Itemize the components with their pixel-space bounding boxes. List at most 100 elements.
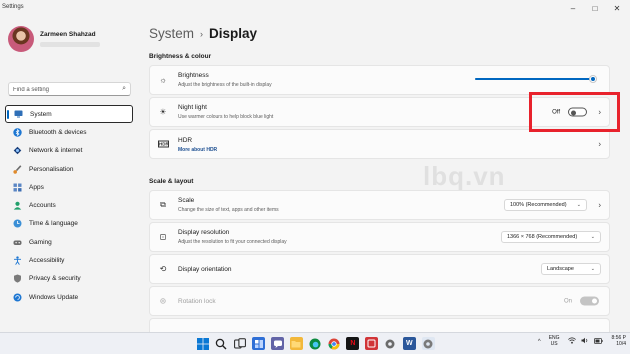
- netflix-icon[interactable]: N: [346, 337, 360, 350]
- clock-date: 10/4: [616, 340, 626, 347]
- section-brightness-colour: Brightness & colour: [149, 53, 212, 60]
- wifi-icon[interactable]: [567, 337, 576, 346]
- sidebar-item-accounts[interactable]: Accounts: [5, 196, 133, 214]
- clock[interactable]: 8:56 P 10/4: [612, 335, 626, 348]
- chevron-right-icon[interactable]: ›: [598, 108, 601, 117]
- office-icon[interactable]: [365, 337, 379, 350]
- sidebar-item-network-internet[interactable]: Network & internet: [5, 142, 133, 160]
- breadcrumb-separator: ›: [200, 28, 204, 39]
- page-title: Display: [209, 26, 258, 41]
- chevron-right-icon[interactable]: ›: [598, 140, 601, 149]
- profile-email-redacted: [40, 42, 100, 47]
- scale-dropdown[interactable]: 100% (Recommended) ⌄: [504, 199, 587, 211]
- night-light-subtitle: Use warmer colours to help block blue li…: [178, 114, 274, 120]
- user-profile[interactable]: Zarmeen Shahzad: [8, 26, 100, 52]
- region-code: US: [550, 340, 558, 347]
- sun-icon: ☼: [159, 75, 167, 85]
- resolution-icon: ⊡: [159, 232, 167, 242]
- night-light-toggle-group: Off: [552, 107, 587, 117]
- chrome-icon[interactable]: [328, 337, 341, 350]
- orientation-dropdown[interactable]: Landscape ⌄: [541, 263, 601, 275]
- close-button[interactable]: ✕: [606, 1, 628, 15]
- wifi-icon: [13, 146, 22, 155]
- sidebar-item-label: Time & language: [29, 220, 78, 228]
- search-input[interactable]: [13, 85, 113, 94]
- resolution-card: ⊡ Display resolution Adjust the resoluti…: [149, 222, 610, 252]
- sidebar-item-bluetooth-devices[interactable]: Bluetooth & devices: [5, 123, 133, 141]
- toggle-knob: [592, 298, 597, 304]
- resolution-subtitle: Adjust the resolution to fit your connec…: [178, 239, 287, 245]
- file-explorer-icon[interactable]: [289, 337, 303, 350]
- breadcrumb: System › Display: [149, 26, 257, 41]
- scale-value: 100% (Recommended): [510, 202, 567, 208]
- taskbar: N W ^ ENG US 8:56 P 10/4: [0, 332, 630, 354]
- minimize-button[interactable]: –: [562, 1, 584, 15]
- orientation-card: ⟲ Display orientation Landscape ⌄: [149, 254, 610, 284]
- word-icon[interactable]: W: [402, 337, 416, 350]
- accessibility-icon: [13, 256, 22, 265]
- search-box[interactable]: ⌕: [8, 82, 131, 96]
- widgets-icon[interactable]: [252, 337, 266, 350]
- chevron-down-icon: ⌄: [590, 266, 595, 272]
- night-light-card[interactable]: ☀ Night light Use warmer colours to help…: [149, 97, 610, 127]
- volume-icon[interactable]: [581, 337, 589, 346]
- start-icon[interactable]: [196, 337, 209, 350]
- scale-title: Scale: [178, 197, 195, 204]
- maximize-button[interactable]: □: [584, 1, 606, 15]
- avatar: [8, 26, 34, 52]
- hdr-title: HDR: [178, 137, 193, 144]
- rotation-lock-state: On: [563, 298, 572, 304]
- orientation-icon: ⟲: [159, 264, 167, 274]
- resolution-value: 1366 × 768 (Recommended): [507, 234, 578, 240]
- search-icon[interactable]: ⌕: [122, 85, 126, 93]
- battery-icon[interactable]: [593, 337, 603, 346]
- brightness-slider[interactable]: [475, 75, 597, 82]
- sidebar-item-label: System: [30, 110, 52, 118]
- monitor-icon: [14, 110, 23, 119]
- sidebar-item-accessibility[interactable]: Accessibility: [5, 251, 133, 269]
- slider-thumb[interactable]: [590, 75, 597, 82]
- sidebar-item-label: Accounts: [29, 202, 56, 210]
- sidebar-item-gaming[interactable]: Gaming: [5, 233, 133, 251]
- person-icon: [13, 201, 22, 210]
- resolution-dropdown[interactable]: 1366 × 768 (Recommended) ⌄: [501, 231, 601, 243]
- orientation-value: Landscape: [547, 266, 574, 272]
- task-view-icon[interactable]: [234, 337, 247, 350]
- rotation-lock-toggle-group: On: [563, 296, 599, 306]
- sidebar-item-system[interactable]: System: [5, 105, 133, 124]
- sidebar-nav: System Bluetooth & devices Network & int…: [5, 105, 133, 306]
- settings-taskbar-icon[interactable]: [384, 337, 397, 350]
- sidebar-item-label: Network & internet: [29, 147, 83, 155]
- edge-icon[interactable]: [309, 337, 322, 350]
- rotation-lock-title: Rotation lock: [178, 298, 216, 305]
- scale-card[interactable]: ⧉ Scale Change the size of text, apps an…: [149, 190, 610, 220]
- language-indicator[interactable]: ENG US: [549, 335, 560, 348]
- next-setting-card: [149, 318, 610, 332]
- sidebar-item-privacy-security[interactable]: Privacy & security: [5, 270, 133, 288]
- orientation-title: Display orientation: [178, 266, 232, 273]
- tray-overflow-icon[interactable]: ^: [538, 339, 541, 345]
- hdr-link[interactable]: More about HDR: [178, 147, 217, 153]
- settings-active-icon[interactable]: [421, 337, 435, 350]
- taskbar-apps: N W: [196, 337, 440, 350]
- chevron-right-icon[interactable]: ›: [598, 201, 601, 210]
- apps-icon: [13, 183, 22, 192]
- profile-name: Zarmeen Shahzad: [40, 31, 96, 38]
- chevron-down-icon: ⌄: [576, 202, 581, 208]
- sidebar-item-label: Windows Update: [29, 293, 79, 301]
- night-light-toggle[interactable]: [568, 107, 587, 117]
- hdr-icon: HDR: [158, 140, 169, 148]
- hdr-card[interactable]: HDR HDR More about HDR ›: [149, 129, 610, 159]
- brightness-title: Brightness: [178, 72, 209, 79]
- watermark-logo: lbq.vn: [423, 161, 506, 191]
- sidebar-item-apps[interactable]: Apps: [5, 178, 133, 196]
- search-icon[interactable]: [215, 337, 228, 350]
- bluetooth-icon: [13, 128, 22, 137]
- sidebar-item-label: Gaming: [29, 238, 52, 246]
- breadcrumb-parent[interactable]: System: [149, 26, 194, 41]
- chat-icon[interactable]: [271, 337, 285, 350]
- sidebar-item-time-language[interactable]: Time & language: [5, 215, 133, 233]
- sidebar-item-windows-update[interactable]: Windows Update: [5, 288, 133, 306]
- sidebar-item-label: Apps: [29, 183, 44, 191]
- sidebar-item-personalisation[interactable]: Personalisation: [5, 160, 133, 178]
